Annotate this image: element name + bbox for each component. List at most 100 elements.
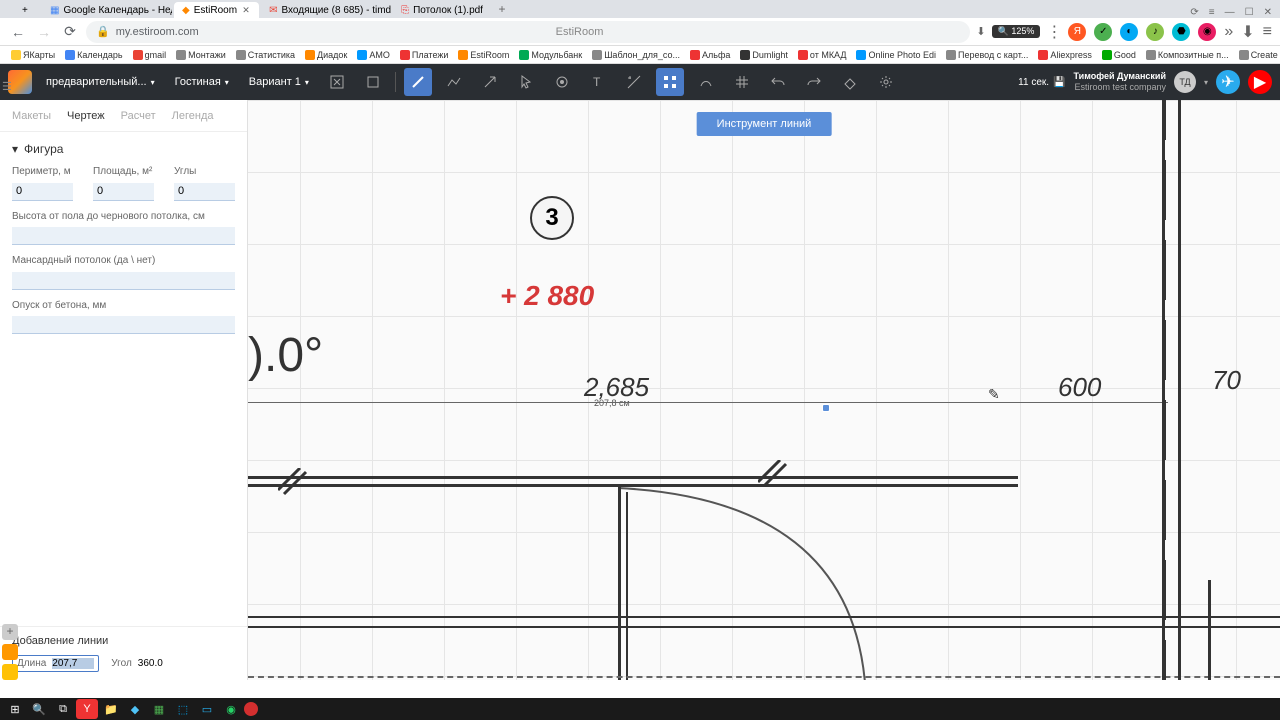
forward-button[interactable]: →: [34, 22, 54, 42]
tab-layouts[interactable]: Макеты: [12, 110, 51, 122]
area-input[interactable]: [93, 183, 154, 201]
tab-drawing[interactable]: Чертеж: [67, 110, 105, 122]
taskbar-app[interactable]: Y: [76, 699, 98, 719]
bookmark-item[interactable]: Online Photo Edi: [853, 50, 939, 60]
telegram-button[interactable]: ✈: [1216, 70, 1240, 94]
taskbar-app[interactable]: ⬚: [172, 699, 194, 719]
window-min-icon[interactable]: —: [1225, 7, 1235, 18]
bookmark-item[interactable]: Перевод с карт...: [943, 50, 1031, 60]
side-badge[interactable]: [2, 644, 18, 660]
bookmark-item[interactable]: Альфа: [687, 50, 733, 60]
taskbar-app[interactable]: ▭: [196, 699, 218, 719]
side-badge[interactable]: +: [2, 624, 18, 640]
bookmark-item[interactable]: Композитные п...: [1143, 50, 1232, 60]
ext-icon[interactable]: Я: [1068, 23, 1086, 41]
height-input[interactable]: [12, 227, 235, 245]
tab-calendar[interactable]: ▦Google Календарь - Нед...: [42, 2, 172, 18]
new-tab-button[interactable]: +: [493, 0, 511, 18]
close-icon[interactable]: ✕: [241, 5, 251, 15]
bookmark-item[interactable]: Диадок: [302, 50, 350, 60]
bookmark-item[interactable]: EstiRoom: [455, 50, 512, 60]
download-icon[interactable]: ⬇: [1241, 22, 1254, 42]
ext-icon-1[interactable]: ☰: [2, 80, 16, 94]
bookmark-item[interactable]: Календарь: [62, 50, 125, 60]
taskbar-app[interactable]: ◉: [220, 699, 242, 719]
bookmark-item[interactable]: ЯКарты: [8, 50, 58, 60]
ext-overflow-icon[interactable]: »: [1224, 23, 1233, 41]
start-button[interactable]: ⊞: [4, 699, 26, 719]
tab-new-small[interactable]: +: [20, 2, 40, 18]
bookmark-item[interactable]: от МКАД: [795, 50, 850, 60]
bookmark-item[interactable]: Dumlight: [737, 50, 791, 60]
window-close-icon[interactable]: ✕: [1264, 7, 1272, 18]
settings-button[interactable]: [872, 68, 900, 96]
tool-pointer[interactable]: [512, 68, 540, 96]
variant-dropdown[interactable]: Вариант 1: [243, 76, 315, 88]
youtube-button[interactable]: ▶: [1248, 70, 1272, 94]
redo-button[interactable]: [800, 68, 828, 96]
window-max-icon[interactable]: ☐: [1245, 7, 1254, 18]
bookmark-item[interactable]: Create Free Pass: [1236, 50, 1280, 60]
tool-polyline[interactable]: [440, 68, 468, 96]
save-icon[interactable]: 💾: [1053, 77, 1065, 88]
side-badge[interactable]: [2, 664, 18, 680]
section-header[interactable]: ▾ Фигура: [12, 142, 235, 156]
taskbar-app[interactable]: ▦: [148, 699, 170, 719]
browser-menu-icon[interactable]: ⟳: [1190, 7, 1198, 18]
tab-inbox[interactable]: ✉Входящие (8 685) - timd...: [261, 2, 391, 18]
bookmark-item[interactable]: Платежи: [397, 50, 452, 60]
bookmark-item[interactable]: АМО: [354, 50, 393, 60]
line-endpoint[interactable]: [822, 404, 830, 412]
back-button[interactable]: ←: [8, 22, 28, 42]
undo-button[interactable]: [764, 68, 792, 96]
bookmark-item[interactable]: Шаблон_для_со...: [589, 50, 683, 60]
bookmark-item[interactable]: Модульбанк: [516, 50, 585, 60]
length-input[interactable]: [52, 658, 94, 669]
bookmark-icon[interactable]: ⬇: [976, 25, 985, 38]
tool-text[interactable]: T: [584, 68, 612, 96]
angle-field[interactable]: Угол: [107, 656, 184, 671]
tab-pdf[interactable]: ⎘Потолок (1).pdf: [393, 2, 491, 18]
taskbar-app[interactable]: 📁: [100, 699, 122, 719]
task-view-button[interactable]: ⧉: [52, 699, 74, 719]
bookmark-item[interactable]: Монтажи: [173, 50, 229, 60]
ext-icon[interactable]: ♪: [1146, 23, 1164, 41]
ext-icon[interactable]: ◉: [1198, 23, 1216, 41]
perimeter-input[interactable]: [12, 183, 73, 201]
search-button[interactable]: 🔍: [28, 699, 50, 719]
angle-input[interactable]: [138, 658, 180, 669]
drawing-canvas[interactable]: Инструмент линий ).0° 3 + 2 880 2,685 20…: [248, 100, 1280, 680]
tool-freehand[interactable]: [692, 68, 720, 96]
bookmark-item[interactable]: Статистика: [233, 50, 298, 60]
tool-arrow[interactable]: [476, 68, 504, 96]
tool-point[interactable]: [548, 68, 576, 96]
browser-menu-icon[interactable]: ≡: [1263, 23, 1272, 41]
reload-button[interactable]: ⟳: [60, 22, 80, 42]
zoom-indicator[interactable]: 🔍 125%: [992, 25, 1041, 38]
url-input[interactable]: 🔒 my.estiroom.com EstiRoom: [86, 21, 970, 43]
tab-calc[interactable]: Расчет: [121, 110, 156, 122]
tool-delete[interactable]: [323, 68, 351, 96]
room-dropdown[interactable]: Гостиная: [169, 76, 235, 88]
taskbar-app[interactable]: [244, 702, 258, 716]
erase-button[interactable]: [836, 68, 864, 96]
tool-grid[interactable]: [728, 68, 756, 96]
length-field[interactable]: Длина: [12, 655, 99, 672]
taskbar-app[interactable]: ◆: [124, 699, 146, 719]
tool-snap[interactable]: [656, 68, 684, 96]
angles-input[interactable]: [174, 183, 235, 201]
user-avatar[interactable]: ТД: [1174, 71, 1196, 93]
tab-estiroom[interactable]: ◆EstiRoom✕: [174, 2, 259, 18]
project-dropdown[interactable]: предварительный...: [40, 76, 161, 88]
browser-menu-icon[interactable]: ≡: [1209, 7, 1215, 18]
tab-legend[interactable]: Легенда: [172, 110, 214, 122]
drop-input[interactable]: [12, 316, 235, 334]
bookmark-item[interactable]: Aliexpress: [1035, 50, 1095, 60]
bookmark-item[interactable]: gmail: [130, 50, 170, 60]
mansard-input[interactable]: [12, 272, 235, 290]
bookmark-item[interactable]: Good: [1099, 50, 1139, 60]
menu-dots-icon[interactable]: ⋮: [1046, 22, 1062, 42]
tool-rect[interactable]: [359, 68, 387, 96]
tool-line[interactable]: [404, 68, 432, 96]
tool-measure[interactable]: [620, 68, 648, 96]
